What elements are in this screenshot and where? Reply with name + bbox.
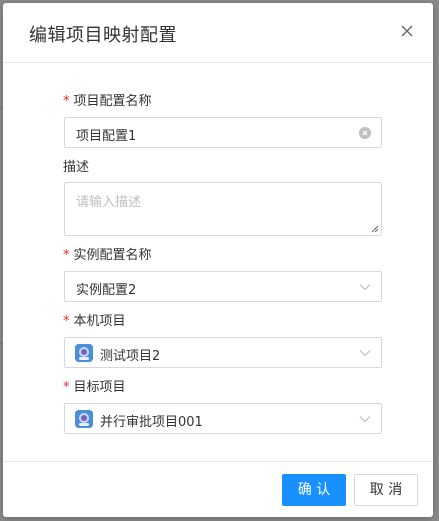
edit-project-mapping-dialog: 编辑项目映射配置 * 项目配置名称 项目配置1 描述 请输入描述 * 实例配置名称 … (3, 3, 433, 517)
project-config-name-input[interactable]: 项目配置1 (64, 117, 382, 148)
clear-icon[interactable] (359, 127, 371, 139)
required-mark: * (63, 314, 70, 329)
required-mark: * (63, 94, 70, 109)
description-textarea[interactable]: 请输入描述 (64, 182, 382, 236)
description-label: 描述 (63, 160, 90, 175)
local-project-select[interactable]: 测试项目2 (64, 337, 382, 368)
description-placeholder: 请输入描述 (76, 195, 142, 210)
required-mark: * (63, 248, 70, 263)
confirm-button[interactable]: 确 认 (282, 474, 346, 506)
target-project-value: 并行审批项目001 (100, 415, 203, 430)
chevron-down-icon (359, 350, 371, 357)
instance-config-name-label: * 实例配置名称 (63, 248, 152, 263)
target-project-select[interactable]: 并行审批项目001 (64, 403, 382, 434)
project-config-name-value: 项目配置1 (76, 129, 137, 144)
project-avatar-icon (75, 344, 93, 362)
close-icon[interactable] (399, 23, 415, 39)
required-mark: * (63, 380, 70, 395)
local-project-label: * 本机项目 (63, 314, 126, 329)
dialog-title: 编辑项目映射配置 (29, 25, 177, 46)
project-config-name-label: * 项目配置名称 (63, 94, 152, 109)
dialog-footer: 确 认 取 消 (3, 461, 433, 518)
project-avatar-icon (75, 410, 93, 428)
cancel-button[interactable]: 取 消 (354, 474, 418, 506)
target-project-label: * 目标项目 (63, 380, 126, 395)
chevron-down-icon (359, 416, 371, 423)
local-project-value: 测试项目2 (100, 349, 161, 364)
instance-config-name-select[interactable]: 实例配置2 (64, 271, 382, 302)
resize-handle-icon[interactable] (371, 225, 379, 233)
dialog-header: 编辑项目映射配置 (3, 3, 433, 63)
instance-config-name-value: 实例配置2 (76, 283, 137, 298)
chevron-down-icon (359, 284, 371, 291)
